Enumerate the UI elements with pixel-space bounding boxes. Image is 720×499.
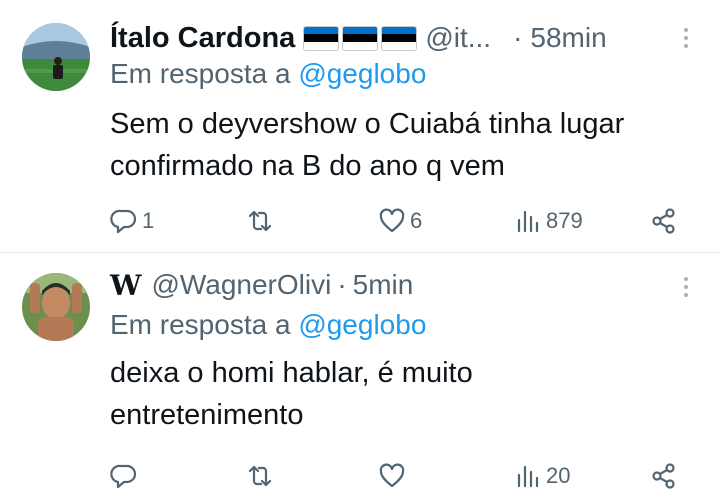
share-icon [652, 208, 675, 234]
flag-emojis [303, 25, 418, 51]
timestamp[interactable]: 5min [353, 269, 414, 301]
share-button[interactable] [650, 203, 678, 239]
tweet-text-line: confirmado na B do ano q vem [110, 150, 505, 182]
avatar[interactable] [22, 23, 90, 91]
reply-context: Em resposta a @geglobo [110, 309, 426, 341]
share-button[interactable] [650, 458, 678, 494]
separator-dot: · [513, 22, 523, 53]
display-name[interactable]: Ítalo Cardona [110, 22, 295, 55]
tweet-2[interactable]: W @WagnerOlivi · 5min Em resposta a @geg… [0, 253, 720, 499]
like-button[interactable]: 6 [378, 203, 422, 239]
tweet-text-line: entretenimento [110, 399, 304, 431]
reply-button[interactable]: 1 [110, 203, 154, 239]
like-icon [379, 208, 405, 233]
retweet-icon [248, 465, 272, 487]
reply-count: 1 [142, 208, 155, 233]
avatar-image [22, 273, 90, 341]
tweet-1[interactable]: Ítalo Cardona @it... · 58min Em resposta… [0, 0, 720, 253]
action-bar: 20 [110, 458, 680, 494]
views-icon [517, 465, 539, 488]
user-handle[interactable]: @WagnerOlivi [151, 269, 331, 301]
retweet-button[interactable] [246, 458, 278, 494]
more-options-icon[interactable] [682, 28, 690, 48]
tweet-header: Ítalo Cardona @it... · 58min [110, 20, 660, 56]
views-button[interactable]: 879 [514, 203, 583, 239]
reply-prefix: Em resposta a [110, 309, 299, 340]
estonia-flag-icon [342, 25, 379, 51]
like-count: 6 [410, 208, 423, 233]
more-options-icon[interactable] [682, 277, 690, 297]
estonia-flag-icon [381, 25, 418, 51]
views-count: 879 [546, 208, 583, 233]
tweet-text: deixa o homi hablar, é muito entretenime… [110, 352, 700, 436]
reply-icon [110, 464, 137, 489]
views-icon [517, 210, 539, 233]
reply-mention-link[interactable]: @geglobo [298, 309, 426, 340]
retweet-button[interactable] [246, 203, 278, 239]
tweet-text-line: deixa o homi hablar, é muito [110, 357, 473, 389]
reply-mention-link[interactable]: @geglobo [298, 58, 426, 89]
reply-icon [110, 209, 137, 234]
like-button[interactable] [378, 458, 410, 494]
share-icon [652, 463, 675, 489]
user-handle[interactable]: @it... [425, 22, 491, 54]
views-button[interactable]: 20 [514, 458, 570, 494]
tweet-header: W @WagnerOlivi · 5min [110, 267, 660, 303]
avatar[interactable] [22, 273, 90, 341]
tweet-text-line: Sem o deyvershow o Cuiabá tinha lugar [110, 108, 625, 140]
reply-prefix: Em resposta a [110, 58, 299, 89]
timestamp[interactable]: 58min [530, 22, 606, 54]
views-count: 20 [546, 463, 571, 488]
retweet-icon [248, 210, 272, 232]
like-icon [379, 463, 405, 488]
reply-context: Em resposta a @geglobo [110, 58, 426, 90]
tweet-text: Sem o deyvershow o Cuiabá tinha lugar co… [110, 103, 700, 187]
display-name-logo[interactable]: W [110, 269, 141, 302]
estonia-flag-icon [303, 25, 340, 51]
reply-button[interactable] [110, 458, 142, 494]
separator-dot: · [337, 269, 347, 300]
avatar-image [22, 23, 90, 91]
action-bar: 1 6 879 [110, 203, 680, 239]
